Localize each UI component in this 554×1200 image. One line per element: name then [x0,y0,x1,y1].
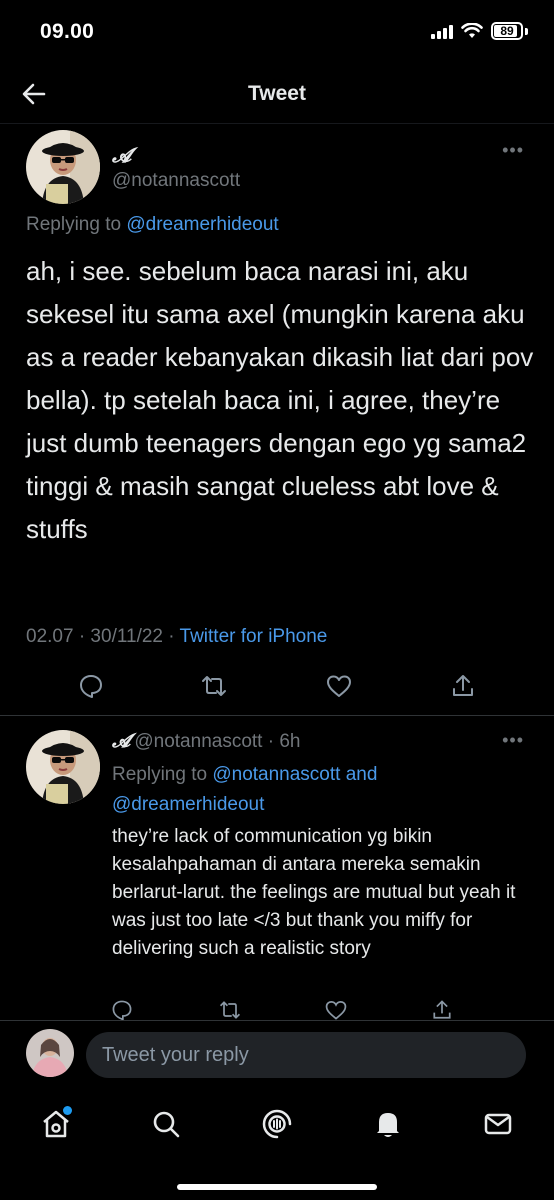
status-icons: 89 [431,22,528,40]
spaces-icon [262,1109,292,1139]
share-icon[interactable] [449,672,477,700]
heart-icon[interactable] [325,672,353,700]
compose-bar [0,1020,554,1092]
reply-bubble-icon[interactable] [110,998,134,1020]
replying-to: Replying to @dreamerhideout [26,214,279,236]
replying-to: Replying to @notannascott and @dreamerhi… [112,760,512,820]
page-title: Tweet [248,82,306,105]
tweet-text: they’re lack of communication yg bikin k… [112,826,516,959]
replying-to-link[interactable]: @dreamerhideout [126,214,278,235]
search-icon [153,1111,180,1138]
tweet-text: ah, i see. sebelum baca narasi ini, aku … [26,256,534,544]
display-name: 𝓐 [112,143,132,167]
more-horizontal-icon[interactable]: ••• [502,140,524,161]
nav-bar: Tweet [0,66,554,124]
retweet-icon[interactable] [200,672,228,700]
display-name: 𝓐 [112,730,131,752]
avatar[interactable] [26,1029,74,1077]
more-horizontal-icon[interactable]: ••• [502,730,524,751]
share-icon[interactable] [430,998,454,1020]
battery-level: 89 [500,24,514,38]
reply-input[interactable] [86,1032,526,1078]
tab-messages[interactable] [478,1104,518,1144]
cellular-signal-icon [431,24,453,39]
avatar[interactable] [26,130,100,204]
retweet-icon[interactable] [218,998,242,1020]
replying-to-link[interactable]: @dreamerhideout [112,794,264,815]
replying-and: and [340,764,378,785]
tab-bar [0,1092,554,1200]
tweet-timestamp: 02.07 · 30/11/22 · [26,626,180,647]
main-tweet: 𝓐 @notannascott ••• Replying to @dreamer… [0,124,554,716]
battery-icon: 89 [491,22,523,40]
reply-header: 𝓐 @notannascott · 6h [112,730,300,753]
tweet-actions [0,672,554,712]
replying-prefix: Replying to [112,764,213,785]
tweet-source-link[interactable]: Twitter for iPhone [180,626,328,647]
wifi-icon [461,23,483,38]
messages-envelope-icon [484,1113,512,1135]
tab-spaces[interactable] [257,1104,297,1144]
home-indicator [177,1184,377,1190]
status-bar: 09.00 89 [0,0,554,66]
tab-search[interactable] [146,1104,186,1144]
replying-prefix: Replying to [26,214,127,235]
replying-to-link[interactable]: @notannascott [212,764,340,785]
reply-tweet[interactable]: 𝓐 @notannascott · 6h ••• Replying to @not… [0,716,554,1020]
avatar[interactable] [26,730,100,804]
user-handle[interactable]: @notannascott [112,170,240,192]
reply-bubble-icon[interactable] [77,672,105,700]
tweet-actions [0,998,554,1020]
tab-notifications[interactable] [368,1104,408,1144]
heart-icon[interactable] [324,998,348,1020]
notification-dot [63,1106,72,1115]
status-time: 09.00 [40,20,95,43]
handle-time: @notannascott · 6h [134,731,301,752]
notifications-bell-icon [377,1113,399,1137]
tweet-metadata: 02.07 · 30/11/22 · Twitter for iPhone [26,626,327,648]
tab-home[interactable] [36,1104,76,1144]
